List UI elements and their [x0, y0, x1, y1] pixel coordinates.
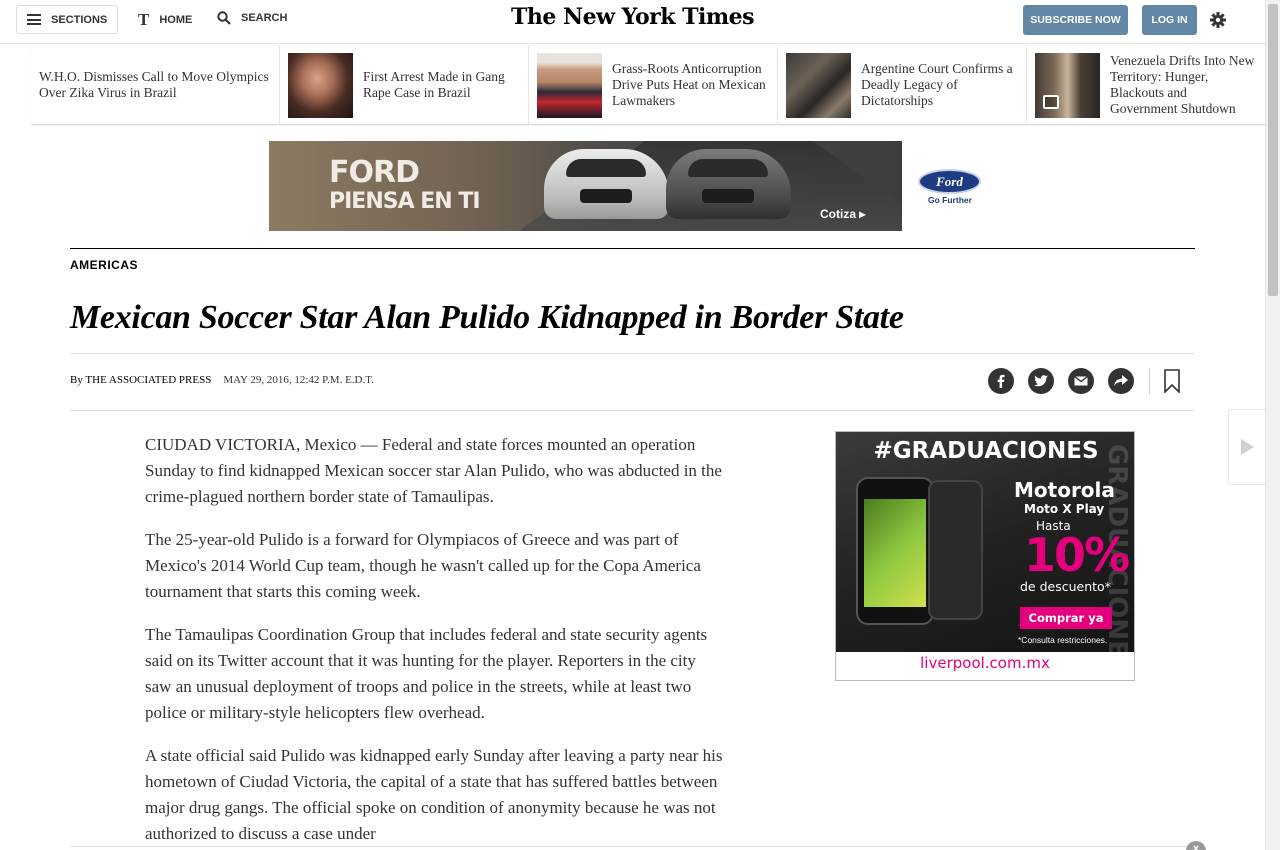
- ribbon-item[interactable]: Venezuela Drifts Into New Territory: Hun…: [1027, 45, 1265, 125]
- divider: [70, 410, 1195, 411]
- phone-back-image: [928, 480, 983, 620]
- twitter-share-button[interactable]: [1028, 368, 1054, 394]
- ad-percent: 10%: [1024, 528, 1130, 582]
- car-image: [544, 149, 669, 219]
- ribbon-item-headline: W.H.O. Dismisses Call to Move Olympics O…: [39, 69, 269, 100]
- ribbon-thumbnail: [786, 52, 851, 118]
- ribbon-item[interactable]: W.H.O. Dismisses Call to Move Olympics O…: [31, 45, 280, 125]
- section-kicker[interactable]: AMERICAS: [70, 258, 138, 272]
- ribbon-item[interactable]: Argentine Court Confirms a Deadly Legacy…: [778, 45, 1027, 125]
- article-paragraph: The 25-year-old Pulido is a forward for …: [145, 530, 701, 601]
- gear-icon[interactable]: [1210, 12, 1226, 28]
- ribbon-thumbnail: [1035, 52, 1100, 118]
- ribbon-thumbnail: [288, 52, 353, 118]
- article-body: CIUDAD VICTORIA, Mexico — Federal and st…: [145, 432, 725, 850]
- scrollbar[interactable]: [1265, 0, 1280, 850]
- story-ribbon: W.H.O. Dismisses Call to Move Olympics O…: [31, 45, 1265, 125]
- masthead: SECTIONS T HOME SEARCH The New York Time…: [0, 0, 1265, 44]
- chevron-right-icon: [1241, 439, 1254, 455]
- ford-logo[interactable]: Ford: [918, 169, 981, 194]
- ad-cta-link[interactable]: Cotiza ▸: [820, 207, 865, 221]
- twitter-icon: [1034, 375, 1048, 387]
- article-paragraph: CIUDAD VICTORIA, Mexico — Federal and st…: [145, 435, 722, 506]
- bookmark-icon[interactable]: [1163, 369, 1181, 393]
- ad-headline-line2: PIENSA EN TI: [329, 189, 481, 214]
- ad-store-logo[interactable]: liverpool.com.mx: [836, 654, 1134, 672]
- byline-author-wrap: By THE ASSOCIATED PRESS: [70, 374, 211, 386]
- ribbon-item-headline: Grass-Roots Anticorruption Drive Puts He…: [612, 61, 766, 108]
- subscribe-button[interactable]: SUBSCRIBE NOW: [1023, 5, 1128, 35]
- more-share-button[interactable]: [1108, 368, 1134, 394]
- email-share-button[interactable]: [1068, 368, 1094, 394]
- email-icon: [1074, 376, 1088, 386]
- liverpool-side-ad[interactable]: GRADUACIONES #GRADUACIONES Motorola Moto…: [835, 431, 1135, 681]
- byline-prefix: By: [70, 374, 83, 386]
- ribbon-item-headline: Argentine Court Confirms a Deadly Legacy…: [861, 61, 1013, 108]
- section-divider: [70, 248, 1195, 249]
- login-button[interactable]: LOG IN: [1142, 5, 1197, 35]
- ribbon-item[interactable]: Grass-Roots Anticorruption Drive Puts He…: [529, 45, 778, 125]
- ribbon-item-headline: Venezuela Drifts Into New Territory: Hun…: [1110, 53, 1255, 116]
- divider: [70, 353, 1195, 354]
- share-arrow-icon: [1114, 375, 1128, 386]
- article-paragraph: A state official said Pulido was kidnapp…: [145, 746, 723, 843]
- ad-headline-line1: FORD: [329, 155, 420, 190]
- article-paragraph: The Tamaulipas Coordination Group that i…: [145, 625, 708, 722]
- ad-discount: de descuento*: [1020, 579, 1111, 594]
- article-headline: Mexican Soccer Star Alan Pulido Kidnappe…: [70, 299, 904, 336]
- ribbon-item[interactable]: First Arrest Made in Gang Rape Case in B…: [280, 45, 529, 125]
- scrollbar-thumb[interactable]: [1268, 4, 1278, 296]
- byline-author: THE ASSOCIATED PRESS: [85, 374, 212, 386]
- next-article-tab[interactable]: [1228, 409, 1265, 485]
- share-separator: [1149, 368, 1150, 394]
- ad-model: Moto X Play: [1024, 502, 1105, 516]
- divider: [70, 846, 1195, 847]
- publish-date: MAY 29, 2016, 12:42 P.M. E.D.T.: [223, 374, 374, 386]
- ad-headline: #GRADUACIONES: [873, 438, 1099, 464]
- phone-image: [856, 477, 934, 625]
- ad-conditions: *Consulta restricciones.: [1018, 635, 1108, 645]
- facebook-icon: [997, 374, 1005, 388]
- car-image: [666, 149, 791, 219]
- ribbon-thumbnail: [537, 52, 602, 118]
- buy-now-button[interactable]: Comprar ya: [1020, 607, 1112, 629]
- ford-banner-ad[interactable]: FORD PIENSA EN TI Cotiza ▸: [269, 141, 902, 231]
- byline: By THE ASSOCIATED PRESS MAY 29, 2016, 12…: [70, 374, 374, 386]
- ad-brand: Motorola: [1014, 478, 1115, 502]
- ribbon-item-headline: First Arrest Made in Gang Rape Case in B…: [363, 69, 505, 100]
- facebook-share-button[interactable]: [988, 368, 1014, 394]
- video-icon: [1043, 94, 1059, 109]
- ford-tagline: Go Further: [928, 195, 972, 205]
